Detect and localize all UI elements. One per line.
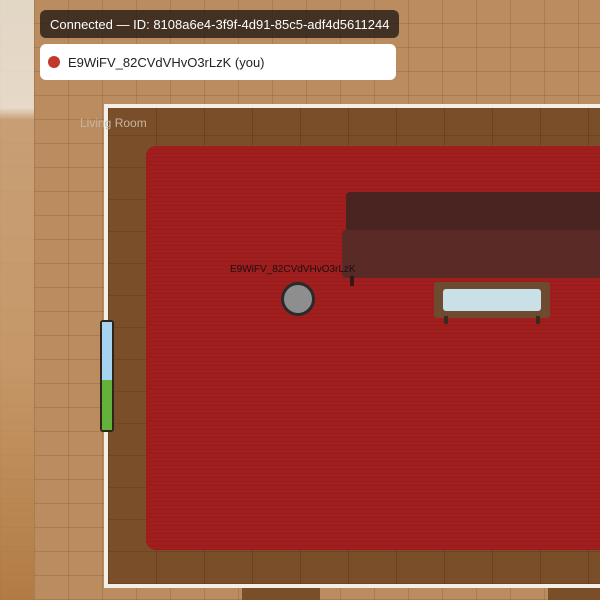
status-meter: [100, 320, 114, 432]
game-scene[interactable]: Living Room E9WiFV_82CVdVHvO3rLzK: [0, 0, 600, 600]
sofa: [342, 230, 600, 278]
status-meter-fill: [102, 380, 112, 430]
player-list-item: E9WiFV_82CVdVHvO3rLzK (you): [40, 44, 396, 80]
player-color-dot: [48, 56, 60, 68]
sofa-leg: [350, 276, 354, 286]
coffee-table-glass: [443, 289, 541, 311]
connection-status: Connected — ID: 8108a6e4-3f9f-4d91-85c5-…: [40, 10, 400, 38]
left-wall: [0, 0, 34, 600]
player-list-name: E9WiFV_82CVdVHvO3rLzK (you): [68, 54, 265, 70]
table-leg: [536, 316, 540, 324]
player-name-label: E9WiFV_82CVdVHvO3rLzK: [230, 264, 356, 275]
doorway: [242, 588, 320, 600]
status-meter-empty: [102, 322, 112, 381]
player-avatar[interactable]: [281, 282, 315, 316]
sofa-back: [346, 192, 600, 232]
room-label: Living Room: [80, 116, 147, 130]
table-leg: [444, 316, 448, 324]
doorway: [548, 588, 600, 600]
